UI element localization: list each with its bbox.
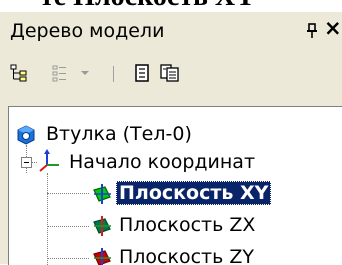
plane-zy-icon xyxy=(93,248,111,265)
tree-item-label[interactable]: Втулка (Тел-0) xyxy=(46,122,192,146)
tree-item-label[interactable]: Плоскость XY xyxy=(116,181,272,205)
part-icon xyxy=(17,125,35,145)
dropdown-arrow-icon[interactable] xyxy=(78,64,92,82)
pin-icon[interactable] xyxy=(305,23,319,39)
panel-toolbar xyxy=(0,52,342,90)
model-tree-panel: Дерево модели × Втулка (Тел-0) Начало ко… xyxy=(0,12,342,265)
view-list-icon[interactable] xyxy=(52,64,78,82)
page-heading-fragment: те Плоскость XY xyxy=(0,0,342,12)
tree-item-label[interactable]: Плоскость ZY xyxy=(119,245,254,265)
page-heading: те Плоскость XY xyxy=(40,0,255,12)
tree-structure-icon[interactable] xyxy=(10,64,28,82)
close-icon[interactable]: × xyxy=(324,18,342,39)
toolbar-separator xyxy=(113,66,114,82)
plane-zx-icon xyxy=(93,216,111,236)
plane-xy-icon xyxy=(93,184,111,204)
axes-icon xyxy=(39,149,59,172)
panel-titlebar: Дерево модели × xyxy=(0,12,342,52)
document-icon[interactable] xyxy=(133,64,151,82)
tree-item-label[interactable]: Плоскость ZX xyxy=(119,213,255,237)
model-tree: Втулка (Тел-0) Начало координат Плоскост… xyxy=(8,106,342,265)
collapse-toggle[interactable] xyxy=(21,157,32,168)
panel-title: Дерево модели xyxy=(10,20,165,42)
documents-icon[interactable] xyxy=(160,64,180,82)
tree-item-label[interactable]: Начало координат xyxy=(69,150,255,174)
